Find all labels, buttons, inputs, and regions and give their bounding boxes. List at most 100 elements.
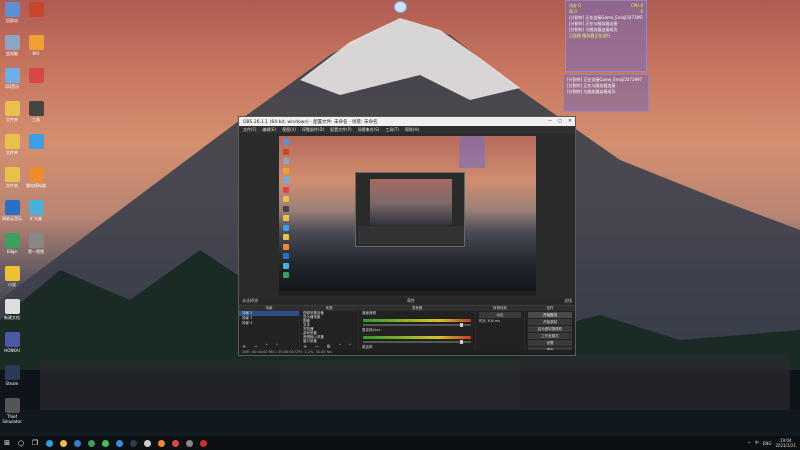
obs-preview[interactable] — [279, 136, 536, 296]
menu-item[interactable]: 编辑(E) — [262, 127, 276, 133]
desktop-icon[interactable]: 小说 — [0, 266, 24, 287]
control-button[interactable]: 开始推流 — [528, 312, 572, 318]
menu-item[interactable]: 帮助(H) — [405, 127, 419, 133]
desktop-icon[interactable]: HONKAI — [0, 332, 24, 353]
mixer-dock: 混音器 桌面音频 麦克风/Aux 麦克风 — [359, 305, 475, 351]
menu-item[interactable]: 场景集合(S) — [358, 127, 380, 133]
audio-meter — [363, 319, 471, 322]
close-button[interactable]: ✕ — [565, 119, 575, 124]
preview-icon — [283, 148, 289, 155]
obs-title-bar[interactable]: OBS 26.1.1 (64-bit, windows) - 配置文件: 未命名… — [239, 117, 575, 126]
app-icon-gray[interactable] — [182, 436, 196, 450]
obs-window[interactable]: OBS 26.1.1 (64-bit, windows) - 配置文件: 未命名… — [238, 116, 576, 356]
desktop-icon[interactable]: Steam — [0, 365, 24, 386]
desktop-icon[interactable]: QQ音乐 — [0, 68, 24, 89]
menu-item[interactable]: 文件(F) — [243, 127, 256, 133]
control-button[interactable]: 设置 — [528, 340, 572, 346]
menu-item[interactable]: 视图(V) — [282, 127, 296, 133]
app-icon-red[interactable] — [168, 436, 182, 450]
preview-icon — [283, 234, 289, 240]
steam-icon[interactable] — [126, 436, 140, 450]
tray-item[interactable]: ^ — [748, 441, 751, 446]
task-view-icon[interactable]: ❐ — [28, 436, 42, 450]
tray-item[interactable]: ENG — [763, 441, 772, 446]
control-button[interactable]: 启动虚拟摄像机 — [528, 326, 572, 332]
nested-obs-window — [355, 172, 465, 247]
preview-icon — [283, 272, 289, 278]
desktop-icon-label: QQ音乐 — [4, 84, 20, 89]
desktop-icon[interactable]: BIO — [24, 35, 48, 56]
app-icon-green[interactable] — [98, 436, 112, 450]
app-icon — [28, 68, 44, 83]
nested-docks — [358, 226, 464, 244]
preview-icon — [283, 215, 289, 221]
control-button[interactable]: 开始录制 — [528, 319, 572, 325]
menu-item[interactable]: 工具(T) — [385, 127, 399, 133]
nested-preview — [370, 179, 452, 225]
desktop-icon[interactable]: 文件夹 — [0, 134, 24, 155]
desktop-icon[interactable]: Edge — [0, 233, 24, 254]
chrome-icon[interactable] — [84, 436, 98, 450]
maximize-button[interactable]: □ — [555, 119, 565, 124]
duration-input[interactable]: 300 ms — [487, 319, 500, 323]
scene-item[interactable]: 场景 4 — [239, 321, 299, 326]
desktop-icon-label: Steam — [5, 381, 19, 386]
mixer-track-label: 桌面音频 — [362, 311, 376, 315]
owl-widget-icon[interactable] — [394, 1, 407, 13]
preview-icon — [283, 196, 289, 202]
desktop-icon-label: 小说 — [8, 282, 16, 287]
desktop-icon[interactable] — [24, 134, 48, 150]
app-icon — [4, 134, 20, 149]
app-icon — [4, 35, 20, 50]
app-icon-red2[interactable] — [196, 436, 210, 450]
app-icon — [4, 101, 20, 116]
explorer-icon[interactable] — [56, 436, 70, 450]
tray-item[interactable]: 中 — [755, 440, 759, 446]
minimize-button[interactable]: — — [545, 119, 555, 124]
desktop-icon[interactable]: 回收站 — [0, 2, 24, 23]
app-icon — [4, 332, 20, 347]
menu-item[interactable]: 停靠部件(D) — [302, 127, 324, 133]
edge-icon[interactable] — [42, 436, 56, 450]
transition-duration-label: 时长 300 ms — [476, 319, 524, 324]
mixer-track-label: 麦克风/Aux — [362, 328, 381, 332]
store-icon[interactable] — [70, 436, 84, 450]
controls-dock: 控件 开始推流开始录制启动虚拟摄像机工作室模式设置退出 — [525, 305, 575, 353]
menu-item[interactable]: 配置文件(P) — [330, 127, 352, 133]
app-icon — [4, 299, 20, 314]
desktop-icon[interactable]: 文件夹 — [0, 101, 24, 122]
desktop-icon[interactable]: 扩大器 — [24, 200, 48, 221]
transition-select[interactable]: 淡出 — [479, 312, 521, 318]
desktop-icon[interactable]: 雷电模拟器 — [24, 167, 48, 188]
properties-button[interactable]: 属性 — [407, 298, 415, 304]
desktop-icon[interactable]: 新建文档 — [0, 299, 24, 320]
source-item[interactable]: 窗口采集 — [300, 339, 358, 343]
preview-stats-widget — [459, 136, 485, 168]
desktop-icon[interactable]: 文件夹 — [0, 167, 24, 188]
control-button[interactable]: 工作室模式 — [528, 333, 572, 339]
app-icon-blue[interactable] — [112, 436, 126, 450]
stats-widget: 内存 0 CPU 0 网 0 0 [分割符] 正在连接Game_Emoji547… — [565, 0, 647, 72]
search-icon[interactable]: ○ — [14, 436, 28, 450]
app-icon — [28, 35, 44, 50]
desktop-icon[interactable]: Thief Simulator — [0, 398, 24, 424]
volume-slider[interactable] — [363, 323, 471, 327]
desktop-icon[interactable]: 此电脑 — [0, 35, 24, 56]
app-icon-orange[interactable] — [154, 436, 168, 450]
desktop-icon-label: 工具 — [32, 117, 40, 122]
desktop-icon[interactable] — [24, 68, 48, 84]
preview-icon — [283, 224, 289, 231]
clock[interactable]: 19:04 2021/1/21 — [775, 438, 796, 448]
volume-slider[interactable] — [363, 340, 471, 344]
windows-icon[interactable]: ⊞ — [0, 436, 14, 450]
app-icon — [28, 200, 44, 215]
filters-button[interactable]: 滤镜 — [564, 298, 572, 304]
obs-icon[interactable] — [140, 436, 154, 450]
desktop-icon[interactable]: 工具 — [24, 101, 48, 122]
app-icon — [28, 233, 44, 248]
app-icon — [28, 167, 44, 182]
controls-title: 控件 — [525, 306, 575, 311]
desktop-icon[interactable] — [24, 2, 48, 18]
desktop-icon[interactable]: 第一视频 — [24, 233, 48, 254]
desktop-icon[interactable]: 网易云音乐 — [0, 200, 24, 221]
